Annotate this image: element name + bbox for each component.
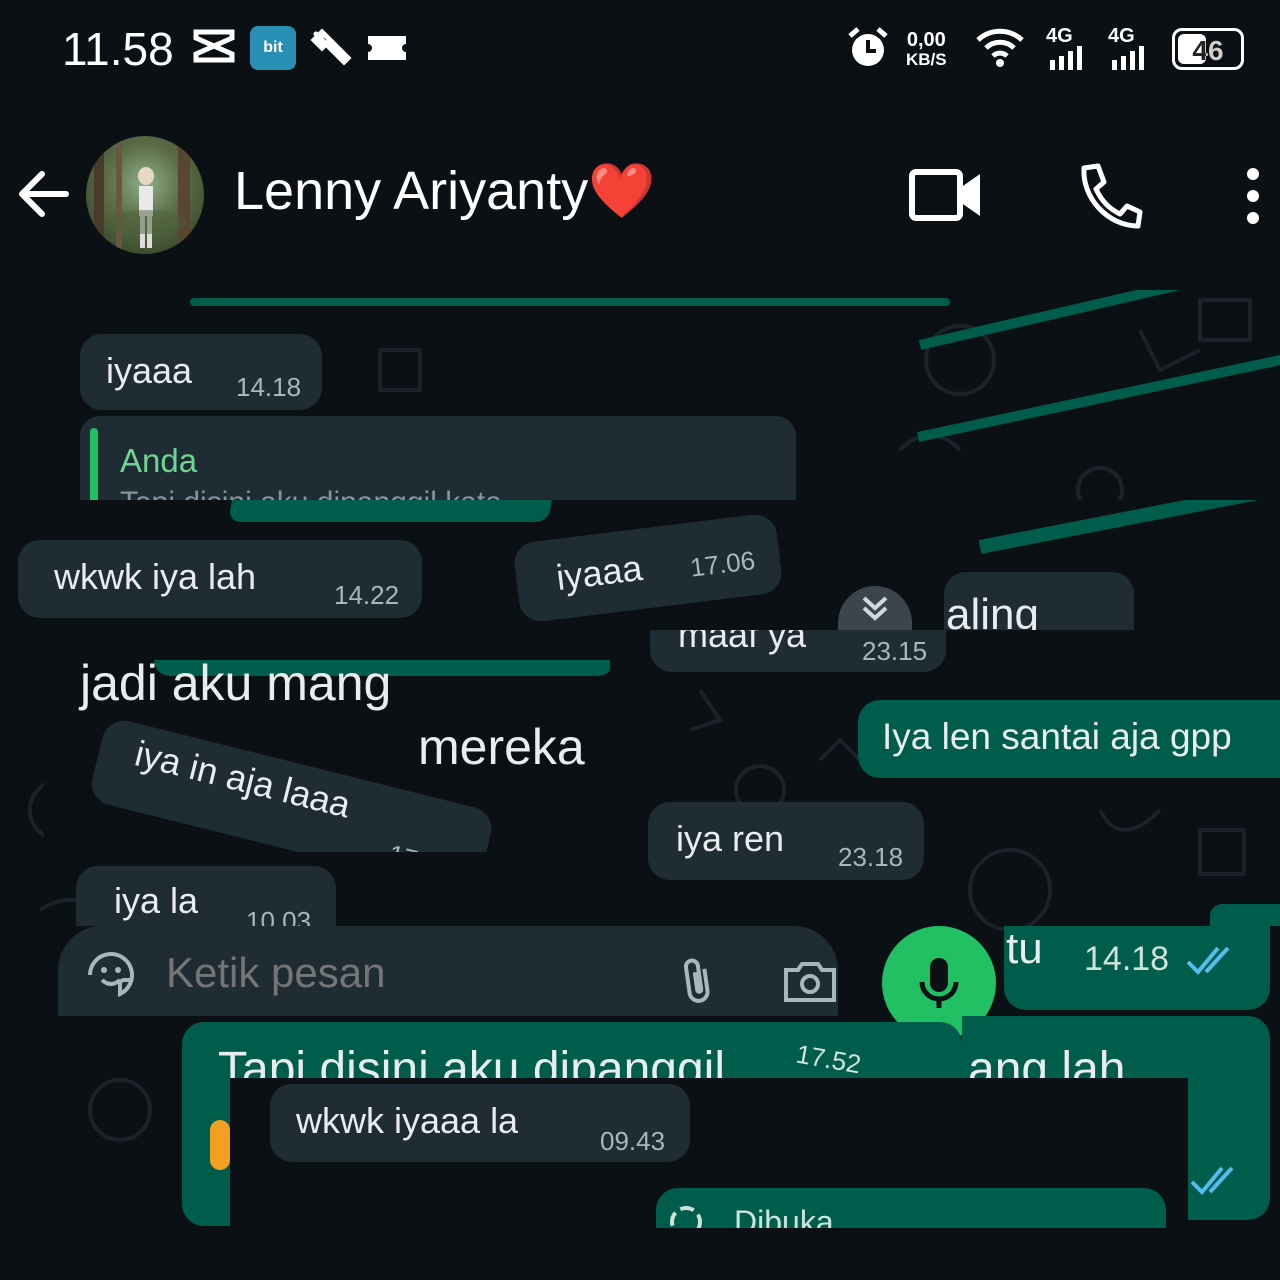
chat-fragment-f: tu 14.18 [1004, 926, 1280, 1016]
arrow-left-icon [19, 171, 69, 217]
message-bubble[interactable]: iya la 10.03 [76, 866, 336, 926]
message-time: 09.43 [600, 1126, 666, 1156]
message-time: 17.12 [385, 839, 456, 852]
message-bubble[interactable]: maaf ya 23.15 [650, 630, 946, 672]
paperclip-icon[interactable] [678, 954, 716, 1013]
phone-icon [1081, 163, 1143, 229]
chat-fragment-h: wkwk iyaaa la 09.43 Dibuka [230, 1078, 1188, 1228]
message-bubble[interactable]: wkwk iyaaa la 09.43 [270, 1084, 690, 1162]
message-time: 17.52 [793, 1038, 864, 1080]
message-text: maaf ya [678, 630, 807, 655]
reply-bubble[interactable]: Anda Tapi disini aku dipanggil kata [80, 416, 796, 500]
message-input-bar[interactable] [58, 926, 838, 1016]
chat-fragment-a: iyaaa 14.18 Anda Tapi disini aku dipangg… [0, 290, 1280, 500]
message-text: mereka [418, 719, 585, 775]
double-check-read-icon [1186, 946, 1230, 975]
chevron-double-down-icon [862, 596, 888, 621]
message-text: aling [946, 590, 1039, 630]
chat-fragment-e: iya la 10.03 [0, 852, 1280, 926]
double-check-read-icon [1190, 1166, 1234, 1195]
signal-1: 4G [1046, 26, 1086, 74]
message-text: iyaaa [106, 350, 193, 391]
battery-indicator: 46 [1172, 28, 1244, 70]
message-text: iyaaa [554, 546, 645, 599]
network-speed: 0,00 KB/S [906, 29, 947, 69]
message-time: 14.22 [334, 580, 400, 610]
ticket-icon [366, 32, 408, 69]
message-text: Dibuka [734, 1204, 834, 1228]
message-bubble[interactable]: iyaaa 17.06 [512, 512, 784, 624]
contact-name[interactable]: Lenny Ariyanty❤️ [234, 160, 655, 223]
message-time: 17.06 [688, 545, 757, 583]
message-text: iya in aja laaa [131, 732, 355, 826]
status-bar: 11.58 bit 0,00 KB/S 4G 4G 46 [0, 0, 1280, 100]
heart-icon: ❤️ [588, 161, 656, 221]
quote-text: Tapi disini aku dipanggil kata [120, 486, 502, 500]
wrench-icon [308, 26, 352, 75]
avatar[interactable] [86, 136, 204, 254]
message-text: tu [1006, 926, 1043, 973]
message-text: wkwk iyaaa la [296, 1100, 519, 1141]
message-text: jadi aku mang [80, 660, 392, 711]
emoji-icon [210, 1120, 230, 1170]
chat-fragment-b: wkwk iya lah 14.22 iyaaa 17.06 aling [0, 500, 1280, 630]
message-bubble[interactable]: wkwk iya lah 14.22 [18, 540, 422, 618]
message-bubble[interactable]: aling [944, 572, 1134, 630]
back-button[interactable] [14, 164, 74, 229]
camera-icon[interactable] [782, 960, 838, 1009]
bit-app-icon: bit [250, 26, 296, 70]
message-bubble[interactable]: iyaaa 14.18 [80, 334, 322, 410]
capcut-icon [192, 26, 236, 75]
voice-call-button[interactable] [1074, 162, 1144, 235]
message-text: iya la [114, 880, 199, 921]
message-input[interactable] [164, 946, 648, 1000]
message-time: 23.15 [862, 636, 928, 666]
message-text: wkwk iya lah [54, 556, 257, 597]
message-time: 14.18 [1084, 940, 1170, 978]
message-text: Iya len santai aja gpp [882, 716, 1232, 757]
video-call-button[interactable] [908, 166, 984, 229]
quote-author: Anda [120, 442, 198, 479]
message-time: 10.03 [246, 906, 312, 926]
wifi-icon [974, 26, 1026, 73]
message-bubble-outgoing[interactable]: Iya len santai aja gpp [858, 700, 1280, 778]
menu-button[interactable] [1238, 164, 1268, 233]
signal-2: 4G [1108, 26, 1148, 74]
chat-fragment-d: jadi aku mang mereka iya in aja laaa 17.… [44, 660, 610, 852]
clock: 11.58 [62, 23, 174, 75]
sticker-smile-icon[interactable] [84, 948, 138, 1007]
message-bubble-outgoing[interactable]: tu 14.18 [1004, 926, 1270, 1010]
alarm-icon [846, 26, 890, 75]
video-camera-icon [909, 169, 980, 221]
more-vertical-icon [1247, 168, 1259, 224]
view-once-icon [670, 1206, 702, 1228]
scroll-down-button[interactable] [838, 586, 912, 630]
message-time: 14.18 [236, 372, 302, 402]
message-bubble-outgoing[interactable]: Dibuka [656, 1188, 1166, 1228]
quote-bar [90, 428, 98, 500]
